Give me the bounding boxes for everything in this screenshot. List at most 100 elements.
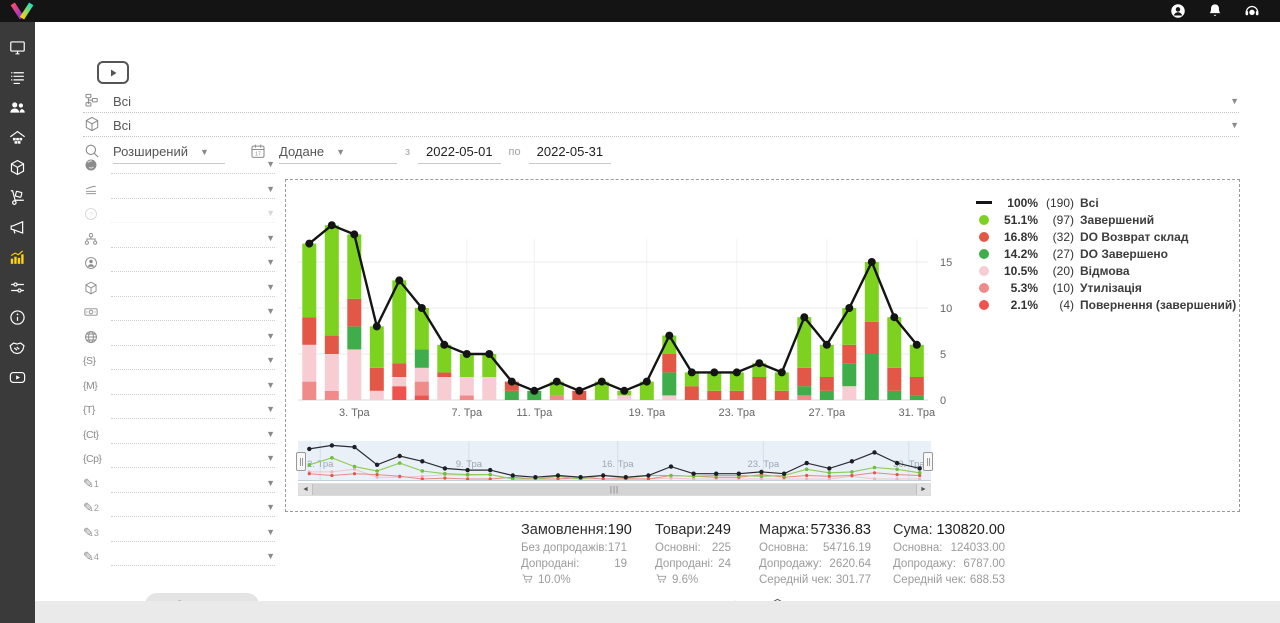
dropdown-field[interactable]: ▼ — [111, 498, 275, 517]
scroll-left-icon[interactable]: ◄ — [299, 484, 312, 495]
bell-icon[interactable] — [1206, 2, 1224, 20]
upsell-percent-row: 9.6% — [655, 572, 731, 588]
legend-item-5[interactable]: 10.5%(20)Відмова — [974, 262, 1236, 279]
legend-item-2[interactable]: 51.1%(97)Завершений — [974, 211, 1236, 228]
sidebar-item-customers[interactable] — [0, 95, 35, 119]
dropdown-field[interactable]: ▼ — [111, 204, 275, 223]
navigator-left-handle[interactable] — [296, 452, 306, 471]
chart-panel: 0510153. Тра7. Тра11. Тра19. Тра23. Тра2… — [285, 179, 1240, 512]
sidebar-item-info[interactable] — [0, 305, 35, 329]
filter-dropdown-8[interactable]: ▼ — [83, 324, 275, 346]
dropdown-field[interactable]: ▼ — [111, 278, 275, 297]
summary-title: Товари: — [655, 522, 707, 538]
dropdown-field[interactable]: ▼ — [111, 547, 275, 566]
filter-dropdown-9[interactable]: {S} ▼ — [83, 348, 275, 370]
filter-dropdown-11[interactable]: {T}▼ — [83, 397, 275, 419]
dropdown-field[interactable]: ▼ — [111, 400, 275, 419]
sidebar-item-warehouse[interactable] — [0, 125, 35, 149]
dropdown-field[interactable]: ▼ — [111, 229, 275, 248]
brace-ct-icon: {Ct} — [83, 426, 103, 444]
legend-percent: 5.3% — [998, 281, 1038, 295]
pencil-icon: ✎2 — [83, 499, 103, 517]
sidebar-item-products[interactable] — [0, 155, 35, 179]
svg-text:?: ? — [89, 212, 93, 219]
filter-dropdown-17[interactable]: ✎4▼ — [83, 544, 275, 566]
dropdown-field[interactable]: ▼ — [111, 351, 275, 370]
summary-subrow: Допродажу:6787.00 — [893, 556, 1005, 572]
filter-dropdown-5[interactable]: ▼ — [83, 250, 275, 272]
legend-label: Всі — [1080, 196, 1099, 210]
scroll-right-icon[interactable]: ► — [917, 484, 930, 495]
user-icon[interactable] — [1169, 2, 1187, 20]
dropdown-field[interactable]: ▼ — [111, 302, 275, 321]
chevron-down-icon: ▼ — [266, 429, 275, 439]
sidebar-item-supply[interactable] — [0, 185, 35, 209]
orders-chart[interactable]: 0510153. Тра7. Тра11. Тра19. Тра23. Тра2… — [288, 202, 956, 425]
brace-s-icon: {S} — [83, 352, 103, 370]
chart-navigator[interactable]: 2. Тра9. Тра16. Тра23. Тра30. Тра — [298, 441, 931, 481]
chart-scrollbar[interactable]: ◄ ||| ► — [298, 483, 931, 496]
product-filter-row[interactable]: Всі ▼ — [83, 114, 1239, 137]
chevron-down-icon: ▼ — [266, 355, 275, 365]
filter-dropdown-14[interactable]: ✎1▼ — [83, 471, 275, 493]
filter-dropdown-3[interactable]: ?▼ — [83, 201, 275, 223]
date-field-select[interactable]: Додане ▼ — [279, 141, 397, 164]
summary-subrow: Без допродажів:171 — [521, 540, 627, 556]
brand-logo-icon[interactable] — [7, 1, 37, 21]
svg-text:5: 5 — [940, 349, 946, 361]
filter-dropdown-2[interactable]: ▼ — [83, 177, 275, 199]
svg-text:9. Тра: 9. Тра — [456, 459, 483, 470]
filter-dropdown-15[interactable]: ✎2 ▼ — [83, 495, 275, 517]
legend-count: (97) — [1038, 213, 1074, 227]
scrollbar-thumb[interactable]: ||| — [312, 484, 917, 495]
dropdown-field[interactable]: ▼ — [111, 523, 275, 542]
legend-percent: 14.2% — [998, 247, 1038, 261]
legend-label: Повернення (завершений) — [1080, 298, 1236, 312]
date-to-input[interactable]: 2022-05-31 — [529, 141, 612, 164]
hierarchy-icon — [83, 91, 103, 111]
filter-dropdown-1[interactable]: ▼ — [83, 152, 275, 174]
filter-dropdown-4[interactable]: ▼ — [83, 226, 275, 248]
legend-dot-marker — [974, 266, 994, 276]
dropdown-field[interactable]: ▼ — [111, 253, 275, 272]
brace-cp-icon: {Cp} — [83, 450, 103, 468]
dropdown-field[interactable]: ▼ — [111, 425, 275, 444]
legend-item-4[interactable]: 14.2%(27)DO Завершено — [974, 245, 1236, 262]
legend-item-6[interactable]: 5.3%(10)Утилізація — [974, 279, 1236, 296]
date-from-input[interactable]: 2022-05-01 — [418, 141, 501, 164]
sidebar-item-statistics[interactable] — [0, 245, 35, 269]
dropdown-field[interactable]: ▼ — [111, 474, 275, 493]
sidebar-item-orders[interactable] — [0, 65, 35, 89]
legend-item-7[interactable]: 2.1%(4)Повернення (завершений) — [974, 296, 1236, 313]
dropdown-field[interactable]: ▼ — [111, 155, 275, 174]
dropdown-field[interactable]: ▼ — [111, 449, 275, 468]
category-filter-value: Всі — [113, 94, 131, 109]
legend-label: DO Завершено — [1080, 247, 1168, 261]
filter-dropdown-13[interactable]: {Cp} ▼ — [83, 446, 275, 468]
navigator-right-handle[interactable] — [923, 452, 933, 471]
video-tutorial-button[interactable] — [97, 61, 129, 84]
filter-dropdown-12[interactable]: {Ct} ▼ — [83, 422, 275, 444]
sidebar-item-video[interactable] — [0, 365, 35, 389]
filter-dropdown-7[interactable]: ▼ — [83, 299, 275, 321]
filter-dropdown-16[interactable]: ✎3▼ — [83, 520, 275, 542]
filter-dropdown-6[interactable]: ▼ — [83, 275, 275, 297]
summary-column-1: Замовлення:190Без допродажів:171Допродан… — [521, 520, 627, 588]
summary-value: 190 — [608, 522, 632, 538]
category-filter-row[interactable]: Всі ▼ — [83, 90, 1239, 113]
dropdown-field[interactable]: ▼ — [111, 180, 275, 199]
dropdown-field[interactable]: ▼ — [111, 376, 275, 395]
sidebar-item-partners[interactable] — [0, 335, 35, 359]
sidebar-item-marketing[interactable] — [0, 215, 35, 239]
sidebar-item-dashboard[interactable] — [0, 35, 35, 59]
support-headset-icon[interactable] — [1243, 2, 1261, 20]
sidebar-item-automation[interactable] — [0, 275, 35, 299]
legend-item-3[interactable]: 16.8%(32)DO Возврат склад — [974, 228, 1236, 245]
legend-item-1[interactable]: 100%(190)Всі — [974, 194, 1236, 211]
summary-value: 249 — [707, 522, 731, 538]
summary-value: 130820.00 — [936, 522, 1005, 538]
filter-dropdown-10[interactable]: {M}▼ — [83, 373, 275, 395]
sidebar-nav — [0, 22, 35, 623]
chevron-down-icon: ▼ — [266, 233, 275, 243]
dropdown-field[interactable]: ▼ — [111, 327, 275, 346]
